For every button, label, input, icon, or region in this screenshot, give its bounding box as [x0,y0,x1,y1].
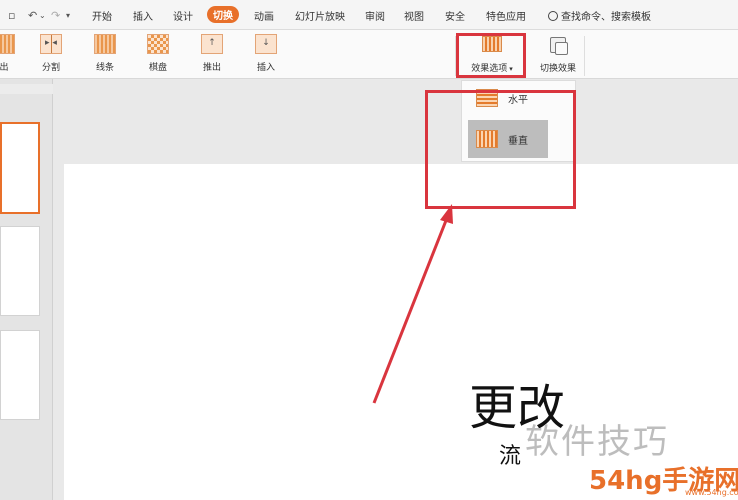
arrow-shaft [372,217,449,404]
arrow-head [440,204,453,224]
annotation-arrow [372,204,453,404]
